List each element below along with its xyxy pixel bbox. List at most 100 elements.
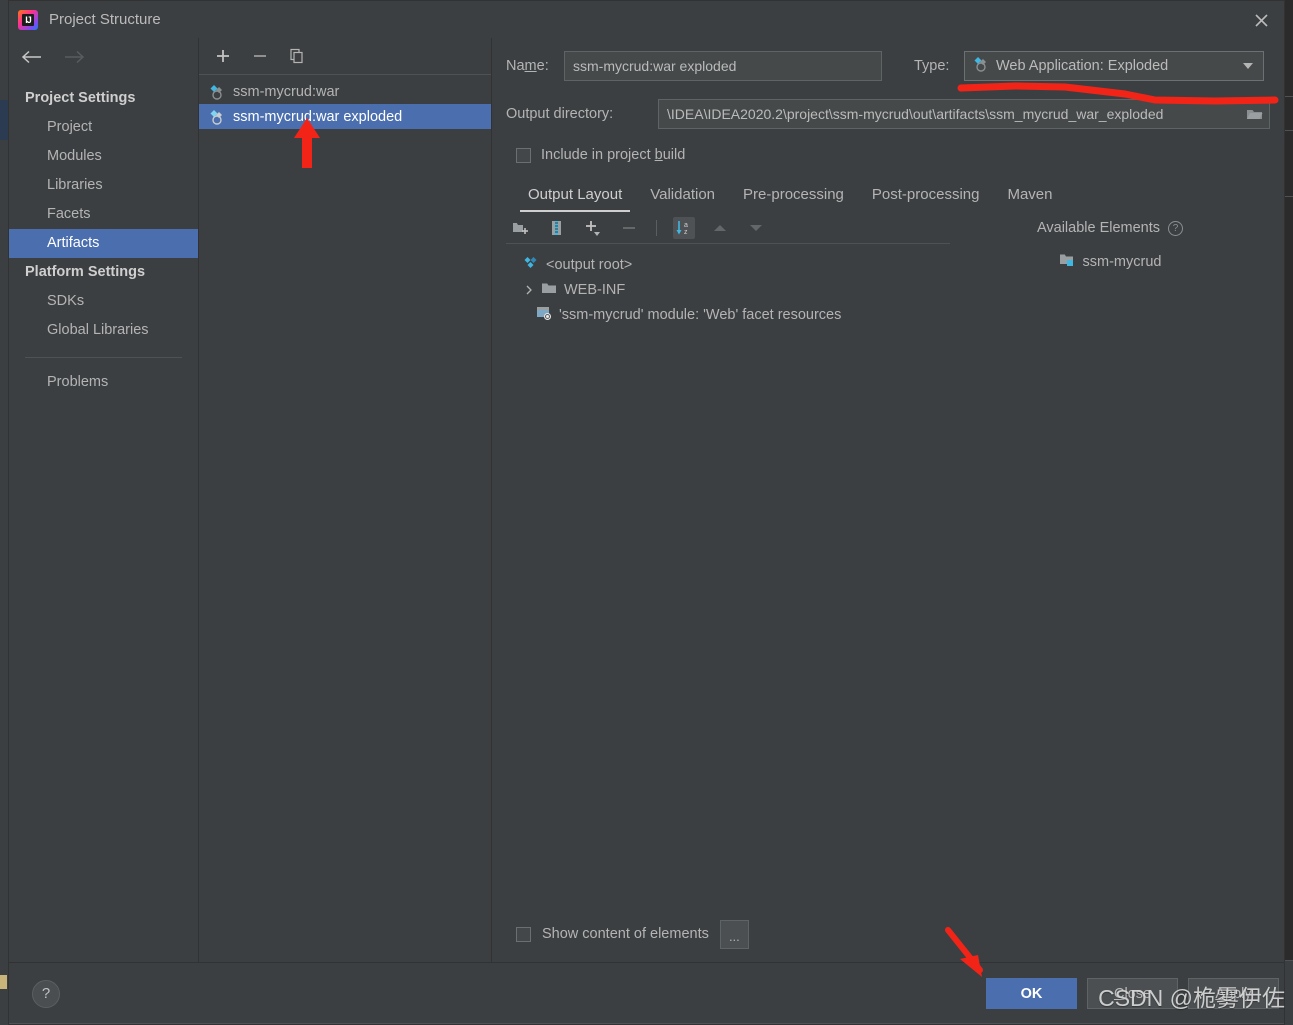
tree-row-label: WEB-INF	[564, 281, 626, 298]
sidebar-item-global-libraries[interactable]: Global Libraries	[9, 316, 198, 345]
remove-icon[interactable]	[618, 217, 640, 239]
settings-sidebar: Project Settings Project Modules Librari…	[9, 38, 199, 962]
artifacts-list: ssm-mycrud:war ssm-mycrud:war exploded	[199, 75, 491, 962]
artifact-icon	[209, 84, 225, 100]
list-item-label: ssm-mycrud:war exploded	[233, 108, 403, 125]
help-circle-icon[interactable]: ?	[32, 979, 60, 1008]
show-content-row: Show content of elements ...	[506, 906, 1270, 962]
module-icon	[1059, 252, 1075, 272]
output-directory-input[interactable]	[658, 99, 1270, 129]
list-item-label: ssm-mycrud:war	[233, 83, 340, 100]
tab-output-layout[interactable]: Output Layout	[514, 186, 636, 212]
svg-text:z: z	[684, 229, 688, 236]
type-dropdown[interactable]: Web Application: Exploded	[964, 51, 1264, 81]
available-elements-label: Available Elements	[1036, 220, 1161, 236]
list-item[interactable]: ssm-mycrud:war	[199, 79, 491, 104]
move-down-icon[interactable]	[745, 217, 767, 239]
tree-row-label: 'ssm-mycrud' module: 'Web' facet resourc…	[559, 306, 842, 323]
available-elements-list: ssm-mycrud	[950, 244, 1270, 272]
tree-row[interactable]: 'ssm-mycrud' module: 'Web' facet resourc…	[506, 302, 950, 327]
sidebar-item-project[interactable]: Project	[9, 113, 198, 142]
sidebar-list: Project Settings Project Modules Librari…	[9, 76, 198, 397]
screen-root: x IJ Project Structure	[0, 0, 1293, 1025]
tab-validation[interactable]: Validation	[636, 186, 729, 212]
output-layout-tree: <output root> WEB-INF 'ssm-mycrud' modul…	[506, 244, 950, 327]
tree-row[interactable]: WEB-INF	[506, 277, 950, 302]
name-input[interactable]	[564, 51, 882, 81]
sidebar-group-platform-settings: Platform Settings	[25, 264, 146, 280]
footer-buttons: OK Close Apply	[986, 978, 1279, 1009]
sidebar-navigation	[9, 38, 198, 76]
folder-icon	[541, 281, 557, 299]
background-left-marker	[0, 975, 7, 989]
sidebar-item-facets[interactable]: Facets	[9, 200, 198, 229]
apply-button[interactable]: Apply	[1188, 978, 1279, 1009]
tab-maven[interactable]: Maven	[993, 186, 1066, 212]
include-in-build-checkbox[interactable]	[516, 147, 531, 163]
sidebar-item-problems[interactable]: Problems	[9, 368, 198, 397]
sidebar-item-artifacts[interactable]: Artifacts	[9, 229, 198, 258]
artifacts-toolbar	[199, 38, 491, 75]
output-layout-toolbar: a z	[506, 212, 950, 244]
artifact-icon	[973, 56, 989, 77]
type-dropdown-value: Web Application: Exploded	[996, 58, 1169, 74]
tab-post-processing[interactable]: Post-processing	[858, 186, 994, 212]
dialog-title: Project Structure	[49, 11, 161, 28]
artifact-icon	[209, 109, 225, 125]
arrow-right-icon[interactable]	[63, 50, 85, 64]
dialog-titlebar: IJ Project Structure	[9, 1, 1284, 38]
output-directory-label: Output directory:	[506, 106, 614, 122]
output-layout-left: a z <output root> WEB-INF 'ssm-mycrud' m…	[506, 212, 950, 906]
more-options-button[interactable]: ...	[719, 919, 749, 949]
detail-tabs: Output Layout Validation Pre-processing …	[506, 176, 1270, 212]
sidebar-item-modules[interactable]: Modules	[9, 142, 198, 171]
web-facet-icon	[536, 305, 552, 325]
show-content-label: Show content of elements	[542, 926, 709, 942]
artifact-detail-pane: Name: Type: Web Application: Exploded	[492, 38, 1284, 962]
add-archive-icon[interactable]	[546, 217, 568, 239]
sidebar-divider	[25, 357, 182, 358]
footer-bottom-divider	[9, 1023, 1284, 1024]
show-content-checkbox[interactable]	[516, 926, 531, 942]
sort-alphabetically-icon[interactable]: a z	[673, 216, 695, 239]
include-in-build-row: Include in project build	[506, 134, 1270, 176]
dialog-footer: ? OK Close Apply	[9, 962, 1284, 1024]
close-icon[interactable]	[1250, 9, 1272, 31]
available-elements-panel: Available Elements ? ssm-mycrud	[950, 212, 1270, 906]
available-elements-header: Available Elements ?	[950, 212, 1270, 244]
chevron-right-icon[interactable]	[524, 285, 534, 295]
list-item[interactable]: ssm-mycrud:war exploded	[199, 104, 491, 129]
tab-pre-processing[interactable]: Pre-processing	[729, 186, 858, 212]
add-copy-icon[interactable]	[582, 217, 604, 239]
copy-icon[interactable]	[287, 46, 307, 66]
arrow-left-icon[interactable]	[21, 50, 43, 64]
artifacts-list-panel: ssm-mycrud:war ssm-mycrud:war exploded	[199, 38, 492, 962]
help-circle-icon[interactable]: ?	[1168, 220, 1184, 236]
name-row: Name: Type: Web Application: Exploded	[506, 38, 1270, 94]
output-layout-area: a z <output root> WEB-INF 'ssm-mycrud' m…	[506, 212, 1270, 906]
sidebar-group-project-settings: Project Settings	[25, 90, 136, 106]
minus-icon[interactable]	[250, 46, 270, 66]
sidebar-item-sdks[interactable]: SDKs	[9, 287, 198, 316]
type-label: Type:	[914, 58, 950, 74]
sidebar-item-libraries[interactable]: Libraries	[9, 171, 198, 200]
folder-browse-icon[interactable]	[1239, 100, 1269, 128]
output-directory-row: Output directory:	[506, 94, 1270, 134]
close-button[interactable]: Close	[1087, 978, 1178, 1009]
tree-row-label: <output root>	[546, 256, 633, 273]
name-label: Name:	[506, 58, 549, 74]
include-in-build-label: Include in project build	[541, 147, 686, 163]
plus-icon[interactable]	[213, 46, 233, 66]
svg-text:a: a	[684, 222, 688, 229]
chevron-down-icon	[1243, 63, 1253, 69]
move-up-icon[interactable]	[709, 217, 731, 239]
artifact-root-icon	[523, 255, 539, 275]
list-item-label: ssm-mycrud	[1082, 254, 1162, 270]
ok-button[interactable]: OK	[986, 978, 1077, 1009]
list-item[interactable]: ssm-mycrud	[1059, 252, 1162, 272]
add-directory-icon[interactable]	[510, 217, 532, 239]
dialog-body: Project Settings Project Modules Librari…	[9, 38, 1284, 962]
project-structure-dialog: IJ Project Structure Project Settings Pr…	[8, 0, 1285, 1025]
tree-row[interactable]: <output root>	[506, 252, 950, 277]
